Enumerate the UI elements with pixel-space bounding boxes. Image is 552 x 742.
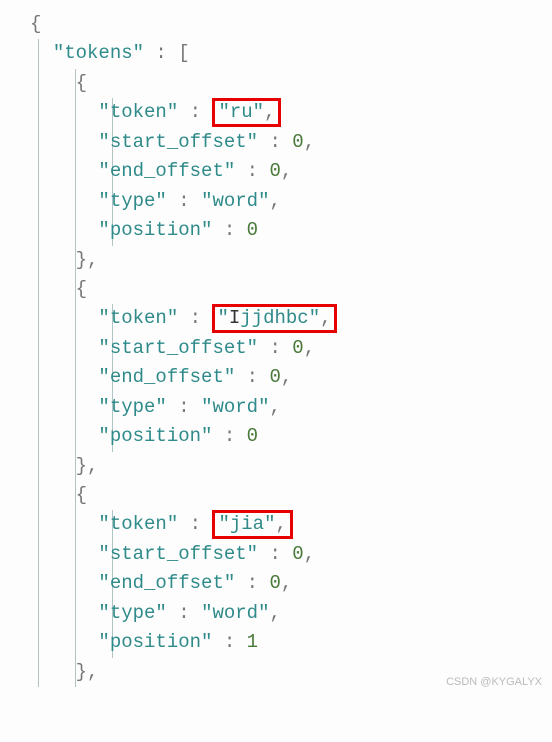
bracket-open: [ [178,42,189,64]
code-line: { [30,481,542,510]
json-key: "token" [98,101,178,123]
code-line: "position" : 0 [30,422,542,451]
json-string: "word" [201,396,269,418]
code-line: "position" : 0 [30,216,542,245]
code-line: "start_offset" : 0, [30,540,542,569]
brace-close: }, [76,455,99,477]
json-number: 0 [247,425,258,447]
json-key: "end_offset" [98,366,235,388]
code-block: { "tokens" : [ { "token" : "ru", "start_… [30,10,542,687]
json-number: 0 [269,366,280,388]
brace-open: { [30,13,41,35]
json-key: "tokens" [53,42,144,64]
json-key: "start_offset" [98,543,258,565]
code-line: }, [30,246,542,275]
code-line: { [30,275,542,304]
brace-close: }, [76,661,99,683]
json-key: "position" [98,631,212,653]
code-line: "end_offset" : 0, [30,157,542,186]
json-key: "type" [98,602,166,624]
brace-open: { [76,484,87,506]
json-number: 0 [269,160,280,182]
brace-close: }, [76,249,99,271]
code-line: "token" : "Ijjdhbc", [30,304,542,333]
code-line: "end_offset" : 0, [30,363,542,392]
code-line: "tokens" : [ [30,39,542,68]
highlight-box: "Ijjdhbc", [212,304,336,333]
json-key: "type" [98,190,166,212]
json-key: "position" [98,219,212,241]
json-key: "start_offset" [98,337,258,359]
json-key: "type" [98,396,166,418]
highlight-box: "ru", [212,98,281,127]
code-line: "token" : "ru", [30,98,542,127]
json-string: "word" [201,190,269,212]
token-value: "jia" [218,513,275,535]
json-key: "start_offset" [98,131,258,153]
code-line: "type" : "word", [30,393,542,422]
json-string: "word" [201,602,269,624]
code-line: "token" : "jia", [30,510,542,539]
watermark: CSDN @KYGALYX [446,674,542,691]
json-key: "end_offset" [98,572,235,594]
code-line: }, [30,452,542,481]
json-number: 0 [269,572,280,594]
json-number: 0 [247,219,258,241]
json-key: "token" [98,307,178,329]
json-number: 1 [247,631,258,653]
json-number: 0 [292,543,303,565]
text-cursor: I [229,307,240,329]
highlight-box: "jia", [212,510,292,539]
code-line: { [30,10,542,39]
token-value: "ru" [218,101,264,123]
json-key: "token" [98,513,178,535]
code-line: "position" : 1 [30,628,542,657]
brace-open: { [76,72,87,94]
code-line: "start_offset" : 0, [30,334,542,363]
json-key: "position" [98,425,212,447]
json-number: 0 [292,131,303,153]
code-line: "type" : "word", [30,187,542,216]
json-key: "end_offset" [98,160,235,182]
code-line: { [30,69,542,98]
code-line: "start_offset" : 0, [30,128,542,157]
token-value: "Ijjdhbc" [217,307,320,329]
code-line: "end_offset" : 0, [30,569,542,598]
json-number: 0 [292,337,303,359]
brace-open: { [76,278,87,300]
code-line: "type" : "word", [30,599,542,628]
